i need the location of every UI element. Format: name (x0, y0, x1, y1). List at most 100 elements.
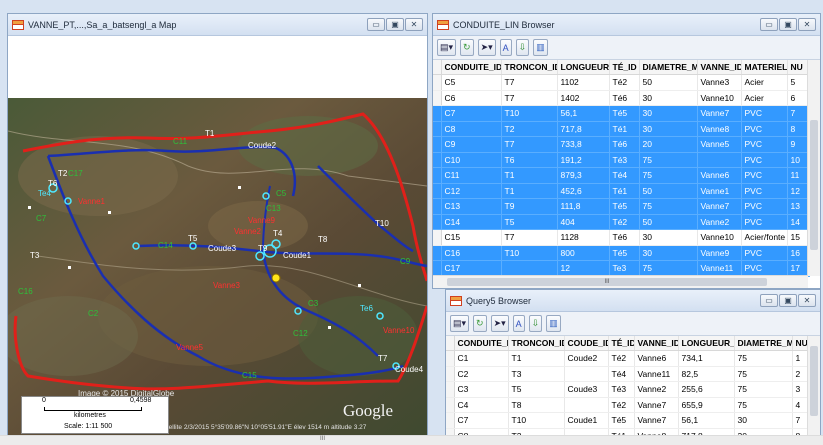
query-column-header[interactable]: COUDE_ID (564, 336, 609, 351)
conduite-cell[interactable]: 13 (787, 198, 810, 215)
row-header[interactable] (433, 229, 442, 246)
conduite-column-header[interactable]: NU (787, 60, 810, 75)
conduite-cell[interactable]: C6 (441, 90, 502, 106)
conduite-cell[interactable]: Té5 (609, 105, 640, 122)
conduite-cell[interactable]: T7 (501, 136, 558, 153)
conduite-column-header[interactable]: MATERIEL (741, 60, 788, 75)
conduite-table-row[interactable]: C16 T10 800 Té5 30 Vanne9 PVC 16 (433, 245, 810, 261)
minimize-button[interactable]: ▭ (760, 294, 778, 307)
conduite-column-header[interactable]: DIAMETRE_MM (639, 60, 698, 75)
conduite-cell[interactable]: Vanne3 (697, 74, 742, 91)
query-cell[interactable]: 7 (792, 412, 809, 429)
conduite-cell[interactable]: T7 (501, 74, 558, 91)
conduite-cell[interactable]: 30 (639, 90, 698, 106)
maximize-button[interactable]: ▣ (779, 294, 797, 307)
refresh-icon[interactable]: ↻ (460, 39, 474, 56)
conduite-column-header[interactable]: VANNE_ID (697, 60, 742, 75)
conduite-table-row[interactable]: C5 T7 1102 Té2 50 Vanne3 Acier 5 (433, 74, 810, 91)
query-column-header[interactable]: DIAMETRE_MM (734, 336, 793, 351)
query-cell[interactable]: C4 (454, 397, 509, 413)
close-button[interactable]: ✕ (798, 18, 816, 31)
refresh-icon[interactable]: ↻ (473, 315, 487, 332)
query-cell[interactable]: Té2 (608, 397, 635, 413)
conduite-cell[interactable]: T1 (501, 183, 558, 199)
query-cell[interactable]: C7 (454, 412, 509, 429)
conduite-cell[interactable]: 30 (639, 121, 698, 137)
conduite-cell[interactable]: Té4 (609, 167, 640, 184)
query-column-header[interactable]: TÉ_ID (608, 336, 635, 351)
conduite-cell[interactable]: T7 (501, 229, 558, 246)
export-icon[interactable]: ⇩ (515, 39, 530, 56)
query-cell[interactable] (564, 428, 609, 435)
conduite-table-row[interactable]: C13 T9 111,8 Té5 75 Vanne7 PVC 13 (433, 198, 810, 215)
conduite-cell[interactable]: Vanne2 (697, 214, 742, 230)
conduite-column-header[interactable]: CONDUITE_ID (441, 60, 502, 75)
conduite-cell[interactable]: PVC (741, 198, 788, 215)
conduite-cell[interactable]: PVC (741, 260, 788, 277)
query-vertical-scrollbar[interactable] (807, 336, 820, 435)
query-cell[interactable]: 3 (792, 381, 809, 398)
conduite-cell[interactable]: 5 (787, 74, 810, 91)
pointer-icon[interactable]: ➤▾ (477, 39, 496, 56)
close-button[interactable]: ✕ (798, 294, 816, 307)
conduite-cell[interactable]: 1102 (557, 74, 610, 91)
conduite-cell[interactable]: 56,1 (557, 105, 610, 122)
query-cell[interactable]: Té1 (608, 428, 635, 435)
conduite-cell[interactable]: 50 (639, 74, 698, 91)
query-cell[interactable]: T8 (508, 397, 565, 413)
query-column-header[interactable]: NU (792, 336, 809, 351)
query-cell[interactable]: 75 (734, 350, 793, 367)
conduite-cell[interactable]: 733,8 (557, 136, 610, 153)
conduite-cell[interactable]: 1128 (557, 229, 610, 246)
row-header[interactable] (446, 412, 455, 429)
conduite-cell[interactable]: C14 (441, 214, 502, 230)
conduite-cell[interactable]: 75 (639, 260, 698, 277)
conduite-cell[interactable]: 6 (787, 90, 810, 106)
row-header[interactable] (433, 152, 442, 168)
conduite-cell[interactable]: Té2 (609, 74, 640, 91)
conduite-cell[interactable]: Te3 (609, 260, 640, 277)
query-column-header[interactable]: LONGUEUR_M (678, 336, 735, 351)
close-button[interactable]: ✕ (405, 18, 423, 31)
conduite-cell[interactable]: C13 (441, 198, 502, 215)
conduite-cell[interactable]: 14 (787, 214, 810, 230)
query-table-row[interactable]: C1 T1 Coude2 Té2 Vanne6 734,1 75 1 (446, 350, 809, 367)
query-cell[interactable]: C3 (454, 381, 509, 398)
row-header[interactable] (446, 397, 455, 413)
query-cell[interactable]: C1 (454, 350, 509, 367)
query-cell[interactable]: 2 (792, 366, 809, 382)
query-cell[interactable]: 75 (734, 366, 793, 382)
pointer-icon[interactable]: ➤▾ (490, 315, 509, 332)
row-header[interactable] (433, 136, 442, 153)
conduite-cell[interactable]: T7 (501, 90, 558, 106)
query-cell[interactable]: Té3 (608, 381, 635, 398)
conduite-cell[interactable]: Té5 (609, 245, 640, 261)
conduite-cell[interactable]: 20 (639, 136, 698, 153)
conduite-cell[interactable]: 12 (557, 260, 610, 277)
query-cell[interactable]: Vanne11 (634, 366, 679, 382)
conduite-cell[interactable]: Té3 (609, 152, 640, 168)
conduite-cell[interactable]: 879,3 (557, 167, 610, 184)
query-table-row[interactable]: C3 T5 Coude3 Té3 Vanne2 255,6 75 3 (446, 381, 809, 398)
conduite-cell[interactable]: 50 (639, 214, 698, 230)
conduite-cell[interactable]: 30 (639, 105, 698, 122)
conduite-horizontal-scrollbar[interactable]: III (433, 275, 808, 288)
conduite-cell[interactable]: PVC (741, 152, 788, 168)
conduite-cell[interactable]: Té1 (609, 121, 640, 137)
conduite-cell[interactable]: Vanne11 (697, 260, 742, 277)
conduite-cell[interactable]: 717,8 (557, 121, 610, 137)
conduite-cell[interactable]: 30 (639, 229, 698, 246)
minimize-button[interactable]: ▭ (760, 18, 778, 31)
conduite-table-row[interactable]: C7 T10 56,1 Té5 30 Vanne7 PVC 7 (433, 105, 810, 122)
conduite-cell[interactable]: Vanne6 (697, 167, 742, 184)
conduite-cell[interactable]: T10 (501, 105, 558, 122)
conduite-table-row[interactable]: C8 T2 717,8 Té1 30 Vanne8 PVC 8 (433, 121, 810, 137)
conduite-table-row[interactable]: C9 T7 733,8 Té6 20 Vanne5 PVC 9 (433, 136, 810, 153)
row-header[interactable] (446, 366, 455, 382)
maximize-button[interactable]: ▣ (386, 18, 404, 31)
conduite-cell[interactable]: 15 (787, 229, 810, 246)
conduite-cell[interactable]: T5 (501, 214, 558, 230)
conduite-cell[interactable]: PVC (741, 121, 788, 137)
conduite-cell[interactable]: 7 (787, 105, 810, 122)
conduite-cell[interactable]: Té5 (609, 198, 640, 215)
